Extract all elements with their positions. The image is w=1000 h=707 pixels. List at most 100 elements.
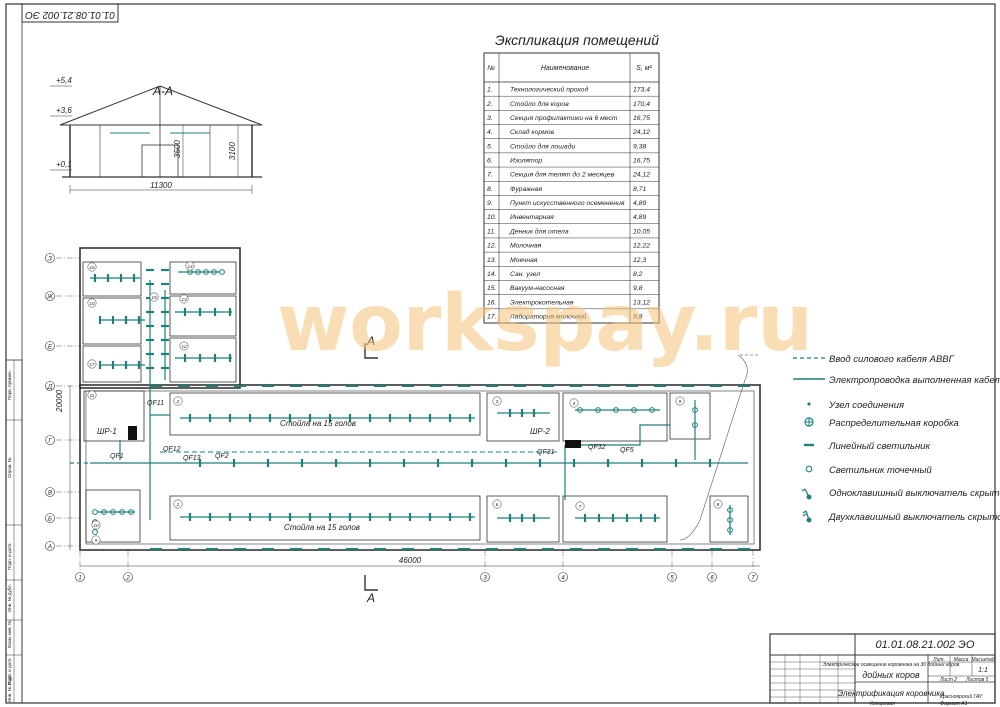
expl-cell: 24,12 [632,172,650,179]
side-label: Инв. № подл. [7,674,12,702]
axis-label: 2 [125,576,130,582]
stamp-code: 01.01.08.21.002 ЭО [876,639,975,651]
expl-cell: 10. [487,214,497,221]
axis-label: З [48,257,52,263]
breaker-label: QF2 [215,453,229,460]
legend-text: Одноклавишный выключатель скрытой устано… [829,488,1000,499]
expl-cell: 12,3 [633,257,646,264]
room-number: 12 [181,344,187,350]
expl-header: S, м² [636,65,652,72]
spot-light-icon [92,529,98,535]
room-number: 8 [717,502,720,508]
dim-width: 20000 [55,389,64,413]
legend-text: Линейный светильник [828,441,930,452]
breaker-label: QF11 [147,400,164,407]
expl-cell: 12,22 [633,243,650,250]
dim-length: 46000 [399,556,422,565]
expl-cell: Моечная [510,257,538,264]
room-number: 9 [679,399,682,405]
axis-label: 1 [78,576,81,582]
expl-cell: 8,2 [633,271,643,278]
expl-header: Наименование [541,65,589,72]
breaker-label: QF12 [163,446,181,453]
stamp-col: Масса [954,657,969,663]
legend-text: Двухклавишный выключатель скрытой устано… [828,512,1000,523]
drawing-sheet: 01.01.08.21.002 ЭО Перв. примен. Справ. … [5,3,1000,707]
legend-text: Светильник точечный [829,465,932,476]
breaker-label: QF32 [588,444,606,451]
expl-cell: 4,89 [633,200,646,207]
axis-label: А [47,545,52,551]
spot-light-icon [805,465,813,473]
expl-cell: Изолятор [510,158,542,165]
expl-cell: 8,71 [633,186,646,193]
room-number: 14 [187,264,193,270]
panel-label: ШР-2 [530,427,550,436]
panel-shr2-icon [565,440,581,448]
room-number: 10 [89,301,95,307]
expl-cell: 2. [486,101,493,108]
stamp-sheet-title: Электрификация коровника [837,689,945,698]
stamp-project-2: дойных коров [862,670,920,680]
dim-text: 3500 [173,140,182,158]
stall-label: Стойла на 15 голов [284,523,360,532]
level-mark: +3,6 [56,106,72,115]
double-switch-icon [802,510,812,523]
stamp-format: Формат А1 [940,701,968,707]
side-label: Подп. и дата [7,543,12,570]
expl-cell: Денник для отела [509,227,569,235]
stamp-col: Масштаб [971,657,995,663]
breaker-label: QF1 [110,453,124,460]
stamp-org: Красноярский ГАУ [940,693,983,700]
expl-cell: 5. [487,143,493,150]
level-mark: +5,4 [56,76,72,85]
panel-label: ШР-1 [97,427,117,436]
section-a-a: А-А +5,4 +3,6 +0,1 3500 3100 11300 [50,76,263,194]
single-switch-icon [801,488,812,500]
section-mark: А [366,591,375,605]
expl-cell: 8. [487,186,493,193]
stamp-sheets: Листов 5 [965,677,989,683]
expl-cell: 6. [487,158,493,165]
room-number: 17 [89,362,95,368]
spot-light-icon [92,509,98,515]
legend: Ввод силового кабеля АВВГ Электропроводк… [793,354,1000,523]
expl-cell: 13. [487,257,497,264]
room-number: 7 [579,504,582,510]
room-number: 4 [573,401,576,407]
expl-cell: 3. [487,115,493,122]
room-number: 10 [93,523,99,529]
axis-label: Ж [46,295,53,301]
expl-cell: 12. [487,243,497,250]
legend-text: Распределительная коробка [829,418,959,429]
room-number: 11 [90,393,95,399]
legend-text: Узел соединения [828,400,904,411]
stall-label: Стойла на 15 голов [280,419,356,428]
level-mark: +0,1 [56,160,72,169]
stamp-col: Лит. [932,657,945,663]
expl-cell: Инвентарная [510,214,554,221]
expl-cell: Склад кормов [510,128,555,136]
breaker-label: QF5 [620,447,634,454]
breaker-label: QF31 [537,449,555,456]
expl-cell: 14. [487,271,497,278]
expl-cell: Пункт искусственного осеменения [510,200,625,207]
explication-title: Экспликация помещений [495,32,659,48]
expl-cell: 24,12 [632,129,650,136]
section-title: А-А [152,84,173,98]
expl-cell: 10,05 [633,228,650,235]
dim-text: 3100 [228,142,237,160]
dot-icon [807,402,811,406]
side-label: Справ. № [7,457,12,478]
side-label: Инв. № дубл. [7,584,12,612]
room-number: 2 [176,502,180,508]
doc-code-top: 01.01.08.21.002 ЭО [25,9,115,20]
expl-cell: 4. [487,129,493,136]
stamp-scale: 1:1 [978,667,988,674]
axis-label: Б [48,517,52,523]
room-number: 16 [89,265,95,271]
expl-cell: Секция профилактики на 6 мест [510,115,618,122]
spot-light-icon [219,269,225,275]
axis-label: В [48,491,52,497]
expl-cell: Фуражная [510,186,543,193]
